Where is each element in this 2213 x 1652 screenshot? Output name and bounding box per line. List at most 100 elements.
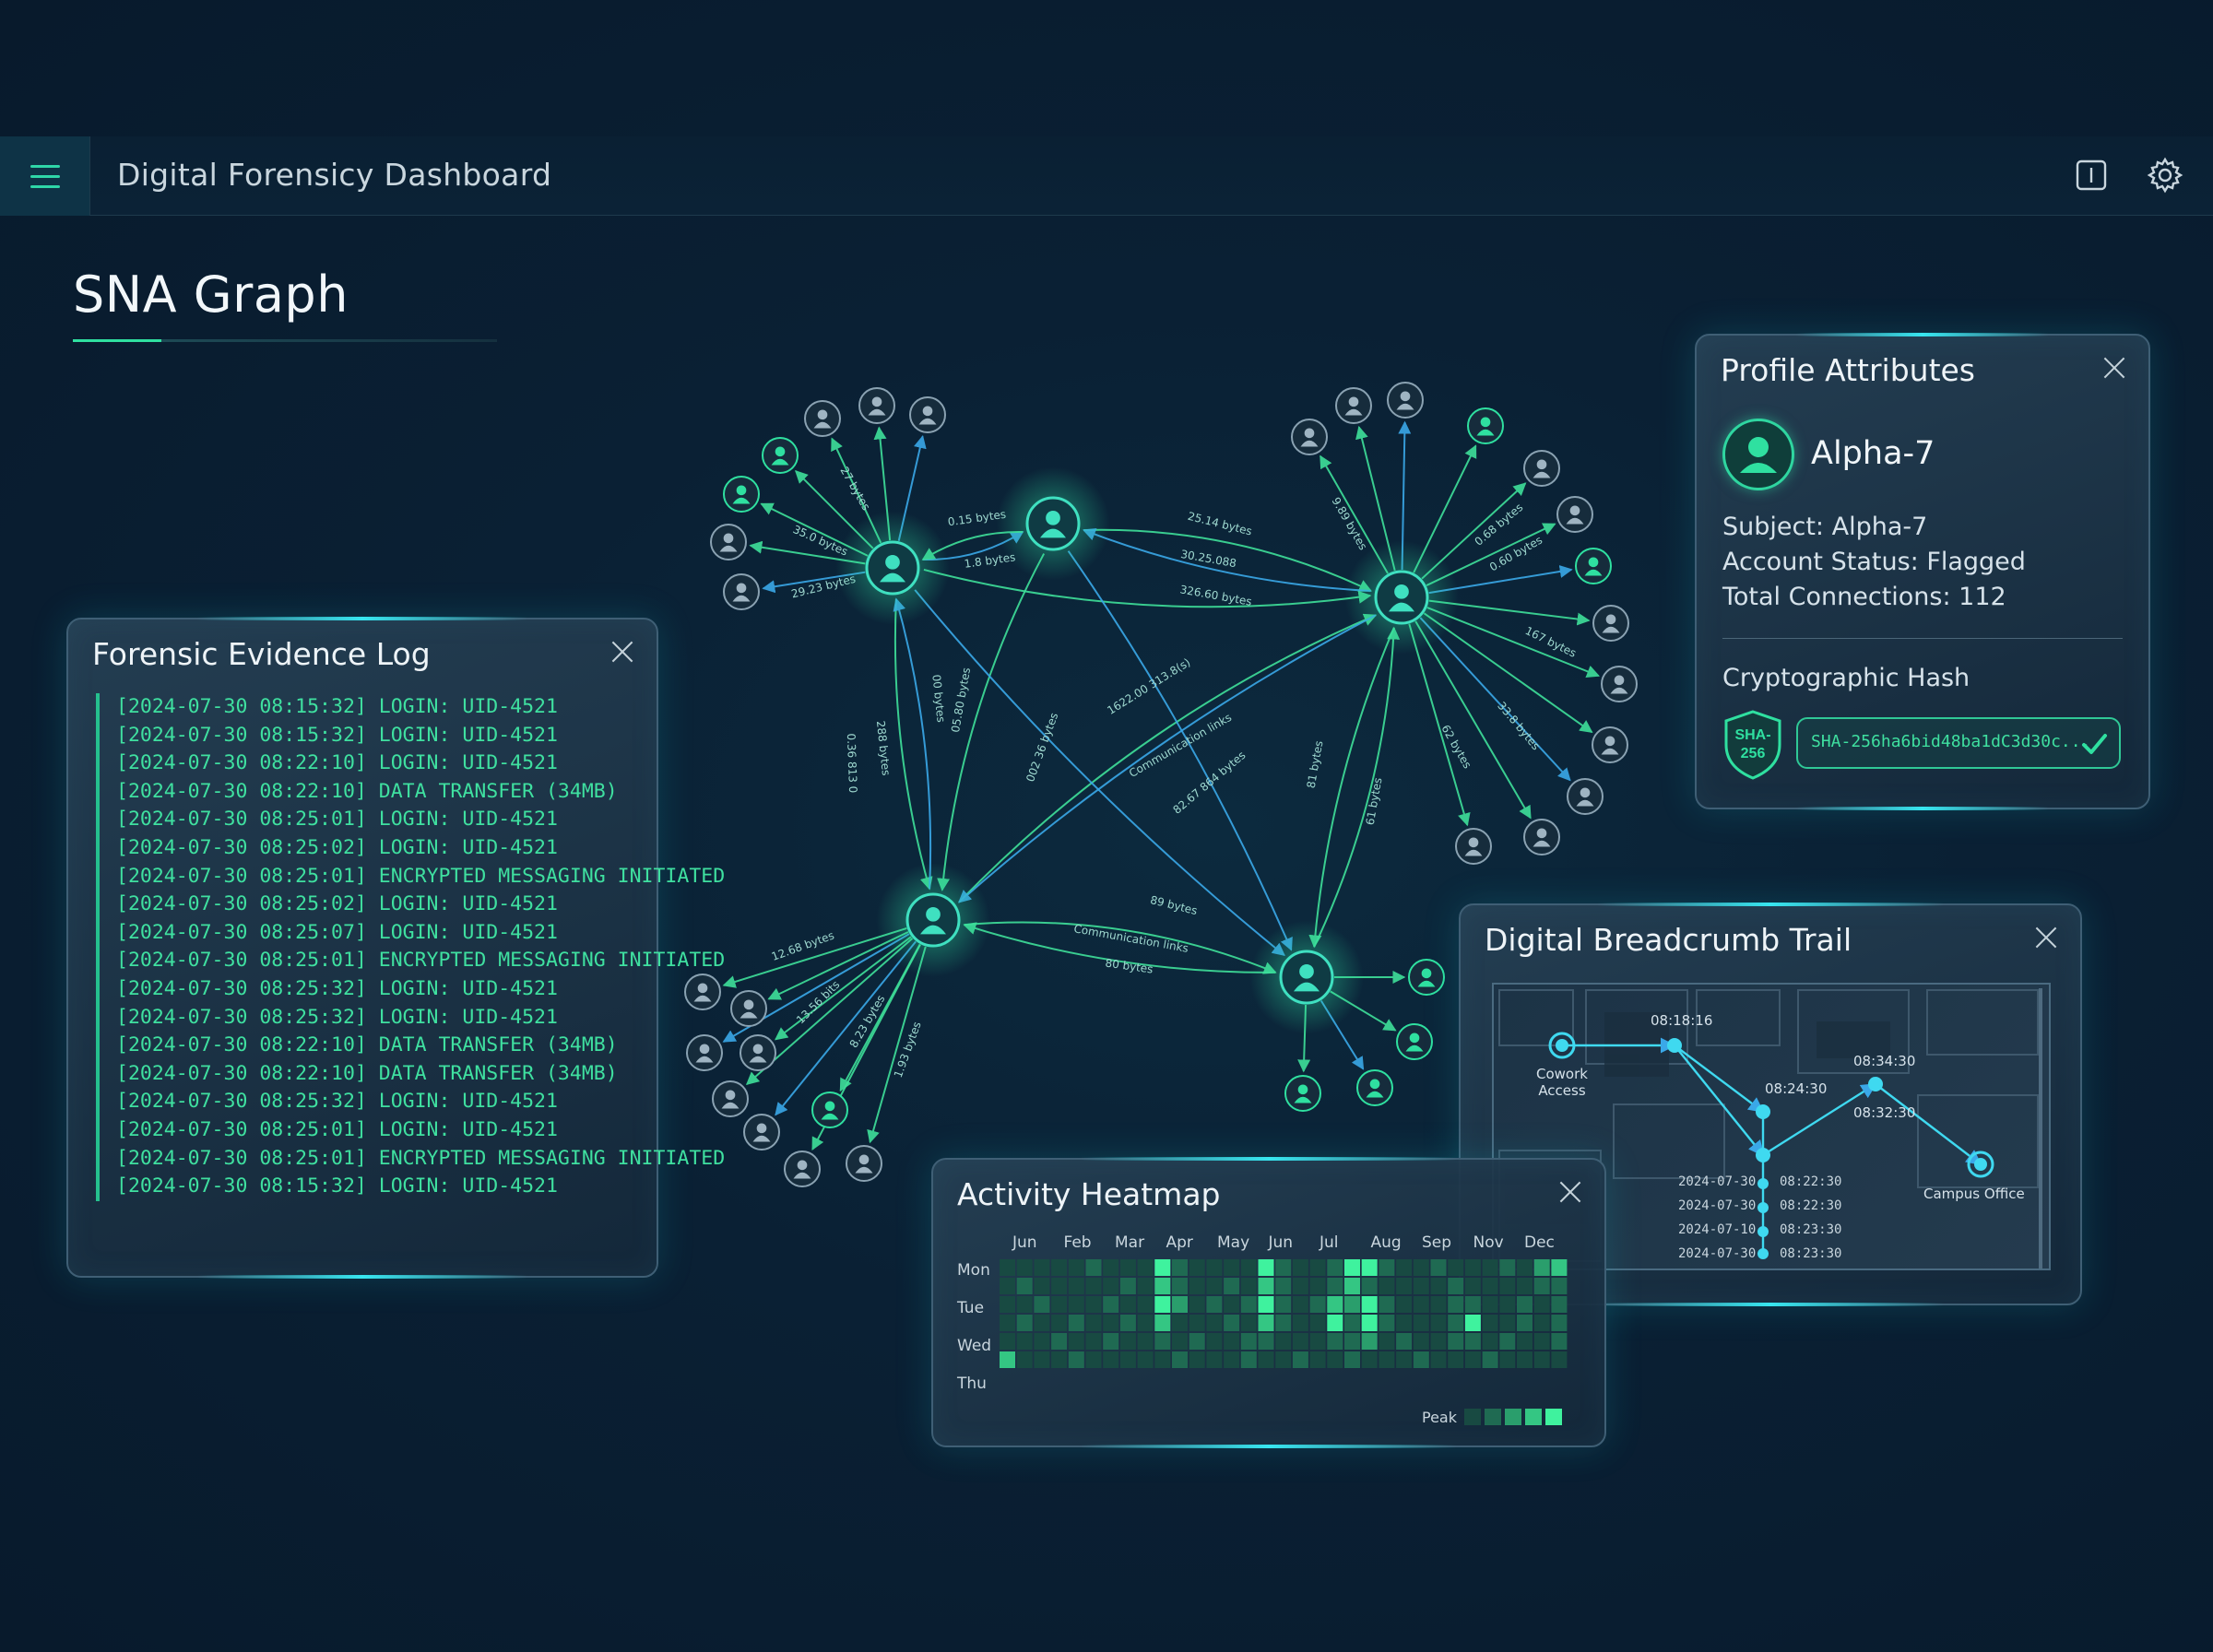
- heatmap-cell: [1430, 1351, 1447, 1368]
- heatmap-cell: [1533, 1259, 1550, 1276]
- log-entry: [2024-07-30 08:15:32] LOGIN: UID-4521: [116, 695, 558, 718]
- heatmap-cell: [1292, 1296, 1308, 1313]
- user-node[interactable]: [1455, 828, 1492, 865]
- heatmap-cell: [1051, 1351, 1068, 1368]
- user-node[interactable]: [710, 524, 747, 560]
- heatmap-cell: [1034, 1351, 1050, 1368]
- close-icon[interactable]: [2102, 356, 2126, 380]
- heatmap-cell: [1344, 1333, 1360, 1350]
- heatmap-cell: [1448, 1315, 1464, 1331]
- heatmap-cell: [1396, 1315, 1413, 1331]
- heatmap-cell: [1464, 1296, 1481, 1313]
- hub-user-node[interactable]: [835, 511, 950, 625]
- user-node[interactable]: [1284, 1075, 1321, 1112]
- heatmap-cell: [1051, 1296, 1068, 1313]
- heatmap-cell: [1224, 1315, 1240, 1331]
- timeline-time: 08:23:30: [1780, 1246, 1842, 1261]
- heatmap-cell: [1517, 1333, 1533, 1350]
- hub-user-node[interactable]: [876, 863, 990, 977]
- user-node[interactable]: [1601, 666, 1638, 702]
- heatmap-cell: [1068, 1333, 1084, 1350]
- log-entry: [2024-07-30 08:22:10] LOGIN: UID-4521: [116, 751, 558, 775]
- heatmap-cell: [1034, 1259, 1050, 1276]
- log-entry: [2024-07-30 08:25:02] LOGIN: UID-4521: [116, 835, 558, 859]
- user-node[interactable]: [1592, 726, 1628, 763]
- user-node[interactable]: [909, 396, 946, 433]
- close-icon[interactable]: [610, 640, 634, 664]
- heatmap-cell: [1189, 1315, 1205, 1331]
- hub-user-node[interactable]: [996, 466, 1110, 581]
- heatmap-cell: [1413, 1278, 1429, 1294]
- heatmap-cell: [1309, 1351, 1326, 1368]
- hub-user-node[interactable]: [1344, 540, 1459, 655]
- profile-total-connections: Total Connections: 112: [1722, 583, 2006, 611]
- hub-user-node[interactable]: [1249, 920, 1364, 1034]
- user-node[interactable]: [762, 437, 799, 474]
- heatmap-cell: [1464, 1333, 1481, 1350]
- edge-label: 80 bytes: [1105, 956, 1154, 975]
- heatmap-cell: [1396, 1351, 1413, 1368]
- user-node[interactable]: [1592, 605, 1629, 642]
- edge-label: 82.67 864 bytes: [1170, 749, 1248, 817]
- user-node[interactable]: [846, 1145, 882, 1182]
- heatmap-cell: [1379, 1351, 1395, 1368]
- user-node[interactable]: [811, 1092, 848, 1128]
- heatmap-grid: [1000, 1259, 1568, 1425]
- user-node[interactable]: [1396, 1023, 1433, 1060]
- user-node[interactable]: [1408, 959, 1445, 996]
- profile-subject: Subject: Alpha-7: [1722, 513, 1928, 541]
- user-node[interactable]: [1291, 419, 1328, 455]
- user-node[interactable]: [858, 387, 895, 424]
- evidence-log-panel: Forensic Evidence Log [2024-07-30 08:15:…: [66, 617, 725, 1279]
- user-node[interactable]: [740, 1034, 776, 1071]
- end-location-label: Campus Office: [1923, 1186, 2025, 1202]
- heatmap-cell: [1119, 1351, 1136, 1368]
- log-entry: [2024-07-30 08:25:01] ENCRYPTED MESSAGIN…: [116, 864, 726, 888]
- user-node[interactable]: [730, 990, 767, 1027]
- user-node[interactable]: [1335, 387, 1372, 424]
- user-node[interactable]: [804, 400, 841, 437]
- heatmap-cell: [1103, 1296, 1119, 1313]
- heatmap-cell: [1206, 1259, 1223, 1276]
- heatmap-cell: [1533, 1296, 1550, 1313]
- hash-field[interactable]: SHA-256ha6bid48ba1dC3d30c...: [1796, 717, 2121, 769]
- heatmap-cell: [1240, 1278, 1257, 1294]
- edge-label: 13.56 bits: [794, 978, 842, 1026]
- user-node[interactable]: [1556, 496, 1593, 533]
- heatmap-cell: [1034, 1278, 1050, 1294]
- close-icon[interactable]: [2034, 926, 2058, 950]
- timeline-date: 2024-07-30: [1678, 1246, 1757, 1261]
- log-entry: [2024-07-30 08:25:07] LOGIN: UID-4521: [116, 920, 558, 944]
- heatmap-cell: [1137, 1333, 1154, 1350]
- user-node[interactable]: [1467, 407, 1504, 444]
- timeline-time: 08:22:30: [1780, 1198, 1842, 1213]
- user-node[interactable]: [1387, 382, 1424, 419]
- user-node[interactable]: [723, 476, 760, 513]
- user-node[interactable]: [1523, 819, 1560, 856]
- user-node[interactable]: [1575, 548, 1612, 584]
- profile-account-status: Account Status: Flagged: [1722, 548, 2026, 576]
- log-list: [2024-07-30 08:15:32] LOGIN: UID-4521 [20…: [96, 693, 725, 1201]
- edge-label: 9.89 bytes: [1330, 495, 1370, 552]
- heatmap-cell: [1517, 1259, 1533, 1276]
- log-entry: [2024-07-30 08:22:10] DATA TRANSFER (34M…: [116, 1033, 618, 1057]
- user-node[interactable]: [743, 1114, 780, 1150]
- heatmap-cell: [1448, 1259, 1464, 1276]
- user-node[interactable]: [1567, 778, 1604, 815]
- heatmap-cell: [1034, 1333, 1050, 1350]
- user-node[interactable]: [1523, 450, 1560, 487]
- heatmap-cell: [1000, 1296, 1015, 1313]
- user-node[interactable]: [784, 1150, 821, 1187]
- user-node[interactable]: [1356, 1069, 1393, 1106]
- edge-label: Communication links: [1072, 922, 1189, 955]
- heatmap-cell: [1085, 1315, 1102, 1331]
- log-entry: [2024-07-30 08:25:01] LOGIN: UID-4521: [116, 1117, 558, 1141]
- heatmap-cell: [1103, 1333, 1119, 1350]
- user-icon: [1740, 437, 1777, 473]
- edge-label: 33.8 bytes: [1495, 700, 1543, 753]
- evidence-log-title: Forensic Evidence Log: [92, 636, 431, 672]
- log-entry: [2024-07-30 08:15:32] LOGIN: UID-4521: [116, 723, 558, 747]
- shield-text-2: 256: [1741, 746, 1766, 761]
- user-node[interactable]: [723, 573, 760, 610]
- heatmap-cell: [1154, 1259, 1171, 1276]
